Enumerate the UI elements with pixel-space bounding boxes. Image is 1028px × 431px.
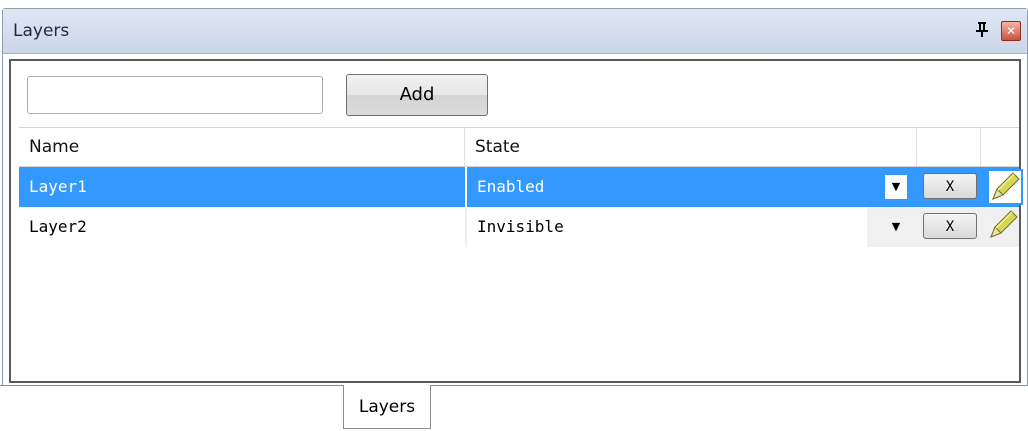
- table-row[interactable]: Layer2 Invisible ▼ X: [19, 207, 1019, 247]
- panel-titlebar[interactable]: Layers ✕: [3, 9, 1027, 54]
- column-header-state[interactable]: State: [465, 128, 917, 166]
- column-header-edit: [981, 128, 1028, 166]
- delete-layer-button[interactable]: X: [923, 173, 977, 199]
- tab-strip-line: [0, 385, 343, 386]
- chevron-down-icon[interactable]: ▼: [885, 175, 907, 199]
- close-icon[interactable]: ✕: [1001, 21, 1021, 41]
- layer-state-cell[interactable]: Enabled: [467, 167, 867, 207]
- edit-layer-button[interactable]: [987, 169, 1023, 205]
- delete-layer-button[interactable]: X: [923, 213, 977, 239]
- layer-state-cell[interactable]: Invisible: [467, 207, 867, 247]
- layers-panel: Layers ✕ Add Name State Layer1 Enabled ▼…: [2, 8, 1028, 386]
- add-button[interactable]: Add: [346, 74, 488, 116]
- grid-header: Name State: [19, 127, 1019, 167]
- layers-content: Add Name State Layer1 Enabled ▼ X Layer2…: [9, 59, 1023, 383]
- tab-strip-line: [431, 385, 1028, 386]
- table-row[interactable]: Layer1 Enabled ▼ X: [19, 167, 1023, 207]
- panel-title: Layers: [13, 21, 70, 41]
- layer-name-cell[interactable]: Layer2: [19, 207, 465, 247]
- tab-layers[interactable]: Layers: [343, 385, 431, 429]
- column-header-name[interactable]: Name: [19, 128, 465, 166]
- chevron-down-icon[interactable]: ▼: [885, 215, 907, 239]
- layer-name-cell[interactable]: Layer1: [19, 167, 465, 207]
- pencil-icon: [992, 172, 1020, 200]
- pencil-icon: [990, 210, 1018, 238]
- pin-icon[interactable]: [975, 21, 989, 41]
- edit-layer-button[interactable]: [987, 209, 1023, 245]
- layers-grid: Name State Layer1 Enabled ▼ X Layer2 Inv…: [19, 127, 1023, 247]
- layer-name-input[interactable]: [27, 76, 323, 114]
- column-header-delete: [917, 128, 981, 166]
